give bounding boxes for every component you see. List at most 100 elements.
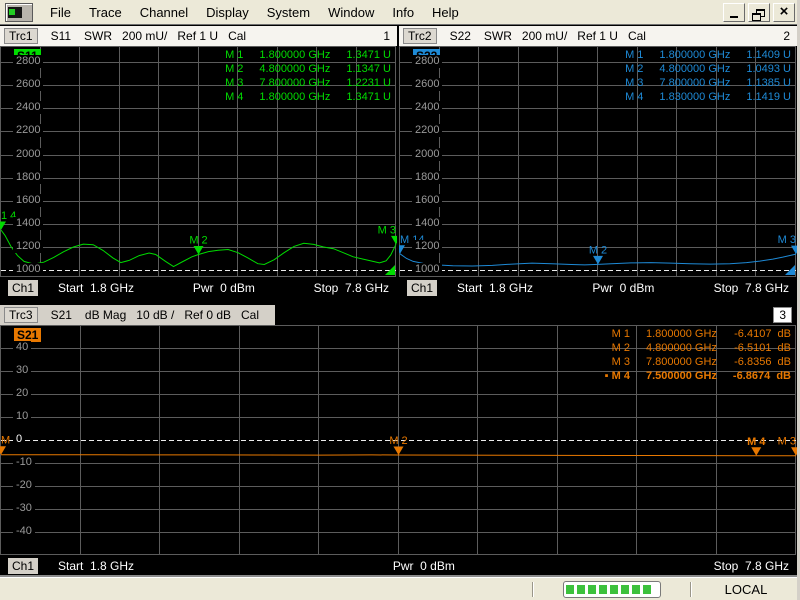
menu-system[interactable]: System (258, 5, 319, 20)
channel-chip[interactable]: Ch1 (8, 558, 39, 574)
y-axis-label: 1600 (412, 193, 443, 207)
trace-name-chip[interactable]: Trc3 (4, 307, 38, 323)
progress-segment (610, 584, 618, 594)
trace-name-chip[interactable]: Trc2 (403, 28, 437, 44)
window-trc2: Trc2 S22 SWR 200 mU/ Ref 1 U Cal 2 M 14M… (399, 26, 797, 299)
y-axis-label: 2800 (13, 55, 44, 69)
channel-chip[interactable]: Ch1 (407, 280, 438, 296)
restore-icon (752, 8, 765, 21)
y-axis-label: 30 (13, 364, 32, 377)
channel-footer: Ch1 Start 1.8 GHz Pwr 0 dBm Stop 7.8 GHz (0, 555, 797, 577)
readout-marker-name: M 3 (611, 356, 630, 368)
readout-marker-name: M 1 (225, 49, 244, 61)
restore-button[interactable] (748, 2, 770, 22)
status-separator (690, 581, 692, 597)
menu-file[interactable]: File (41, 5, 80, 20)
progress-segment (621, 584, 629, 594)
y-axis-label: 2400 (412, 101, 443, 115)
marker-triangle-M1[interactable] (0, 446, 6, 455)
readout-marker-frequency: 7.800000 GHz (259, 77, 331, 89)
marker-label: M 3 (778, 436, 796, 448)
sweep-start-label: Start 1.8 GHz (58, 559, 135, 573)
y-axis-label: 20 (13, 387, 32, 400)
y-axis-label: 2200 (13, 124, 44, 138)
trace-cal-label: Cal (228, 29, 247, 43)
sparam-chip[interactable]: S21 (48, 308, 75, 322)
y-axis-label: -40 (13, 525, 35, 538)
readout-marker-value: 1.3471 U (346, 49, 391, 61)
menu-display[interactable]: Display (197, 5, 258, 20)
y-axis-label: 1000 (412, 263, 443, 277)
sweep-progress-bar (563, 580, 661, 598)
menu-channel[interactable]: Channel (131, 5, 197, 20)
minimize-icon (730, 15, 738, 18)
plot-trc1[interactable]: 1 4M 2M 3 S11 M 11.800000 GHz1.3471 UM 2… (0, 46, 397, 277)
menu-window[interactable]: Window (319, 5, 383, 20)
menu-bar: File Trace Channel Display System Window Info H… (0, 0, 797, 25)
sparam-chip[interactable]: S11 (48, 29, 74, 43)
sparam-chip[interactable]: S22 (447, 29, 474, 43)
channel-footer: Ch1 Start 1.8 GHz Pwr 0 dBm Stop 7.8 GHz (399, 277, 797, 299)
marker-label: M 2 (189, 234, 207, 246)
plot-trc2[interactable]: M 14M 2M 3 S22 M 11.800000 GHz1.1409 UM … (399, 46, 797, 277)
y-axis-label: 2400 (13, 101, 44, 115)
close-button[interactable] (773, 2, 795, 22)
marker-label: M 3 (378, 224, 396, 236)
y-axis-label: 2000 (412, 147, 443, 161)
marker-triangle-14[interactable] (0, 221, 6, 230)
y-axis-label: 2800 (412, 55, 443, 69)
marker-triangle-M14[interactable] (399, 245, 405, 254)
progress-segment (566, 584, 574, 594)
sweep-power-label: Pwr 0 dBm (392, 559, 455, 573)
y-axis-label: 1800 (13, 170, 44, 184)
marker-triangle-M3[interactable] (791, 245, 797, 255)
plot-trc3[interactable]: M 1 M 2 M 4 M 3 S21 M 1 1.800000 GHz -6.4107 … (0, 325, 797, 555)
progress-segment (588, 584, 596, 594)
trace-ref-label: Ref 1 U (577, 29, 618, 43)
diagram-area-number: 3 (773, 307, 792, 323)
progress-segment (599, 584, 607, 594)
readout-marker-frequency: 1.800000 GHz (659, 49, 731, 61)
readout-marker-frequency: 1.800000 GHz (259, 91, 331, 103)
trace-header: Trc1 S11 SWR 200 mU/ Ref 1 U Cal 1 (0, 26, 397, 46)
readout-marker-name: M 1 (625, 49, 644, 61)
channel-footer: Ch1 Start 1.8 GHz Pwr 0 dBm Stop 7.8 GHz (0, 277, 397, 299)
menu-items: File Trace Channel Display System Window Info H… (41, 5, 468, 20)
progress-segment (643, 584, 651, 594)
readout-marker-name: M 2 (611, 342, 630, 354)
progress-segment (577, 584, 585, 594)
marker-triangle-M4[interactable] (751, 447, 762, 456)
marker-triangle-M3[interactable] (391, 235, 397, 245)
close-icon (780, 3, 789, 21)
y-axis-label: 1600 (13, 193, 44, 207)
trace-scale-label: 200 mU/ (122, 29, 168, 43)
channel-chip[interactable]: Ch1 (8, 280, 39, 296)
marker-triangle-M2[interactable] (593, 255, 603, 265)
readout-marker-name: M 2 (225, 63, 244, 75)
trace-format-label: dB Mag (84, 308, 127, 322)
menu-trace[interactable]: Trace (80, 5, 131, 20)
readout-marker-frequency: 1.830000 GHz (659, 91, 731, 103)
minimize-button[interactable] (723, 2, 745, 22)
marker-label: M 2 (589, 244, 607, 256)
window-controls (723, 2, 795, 22)
y-axis-label: -30 (13, 502, 35, 515)
trace-name-chip[interactable]: Trc1 (4, 28, 38, 44)
trace-header-tab: Trc2 S22 SWR 200 mU/ Ref 1 U Cal (399, 26, 650, 46)
marker-triangle-M2[interactable] (393, 446, 404, 455)
app-icon[interactable] (5, 2, 33, 22)
marker-triangle-M3[interactable] (791, 447, 797, 456)
readout-marker-value: 1.1409 U (746, 49, 791, 61)
window-trc3: Trc3 S21 dB Mag 10 dB / Ref 0 dB Cal 3 M… (0, 305, 797, 577)
vna-application-window: File Trace Channel Display System Window Info H… (0, 0, 800, 600)
readout-marker-frequency: 7.800000 GHz (659, 77, 731, 89)
menu-help[interactable]: Help (423, 5, 468, 20)
y-axis-label: 1400 (13, 216, 44, 230)
menu-info[interactable]: Info (383, 5, 423, 20)
marker-label: M 2 (389, 435, 407, 447)
y-axis-label: 1800 (412, 170, 443, 184)
trace-cal-label: Cal (241, 308, 260, 322)
y-axis-label: -20 (13, 479, 35, 492)
readout-marker-name: M 4 (225, 91, 244, 103)
trace-header: Trc3 S21 dB Mag 10 dB / Ref 0 dB Cal 3 (0, 305, 797, 325)
